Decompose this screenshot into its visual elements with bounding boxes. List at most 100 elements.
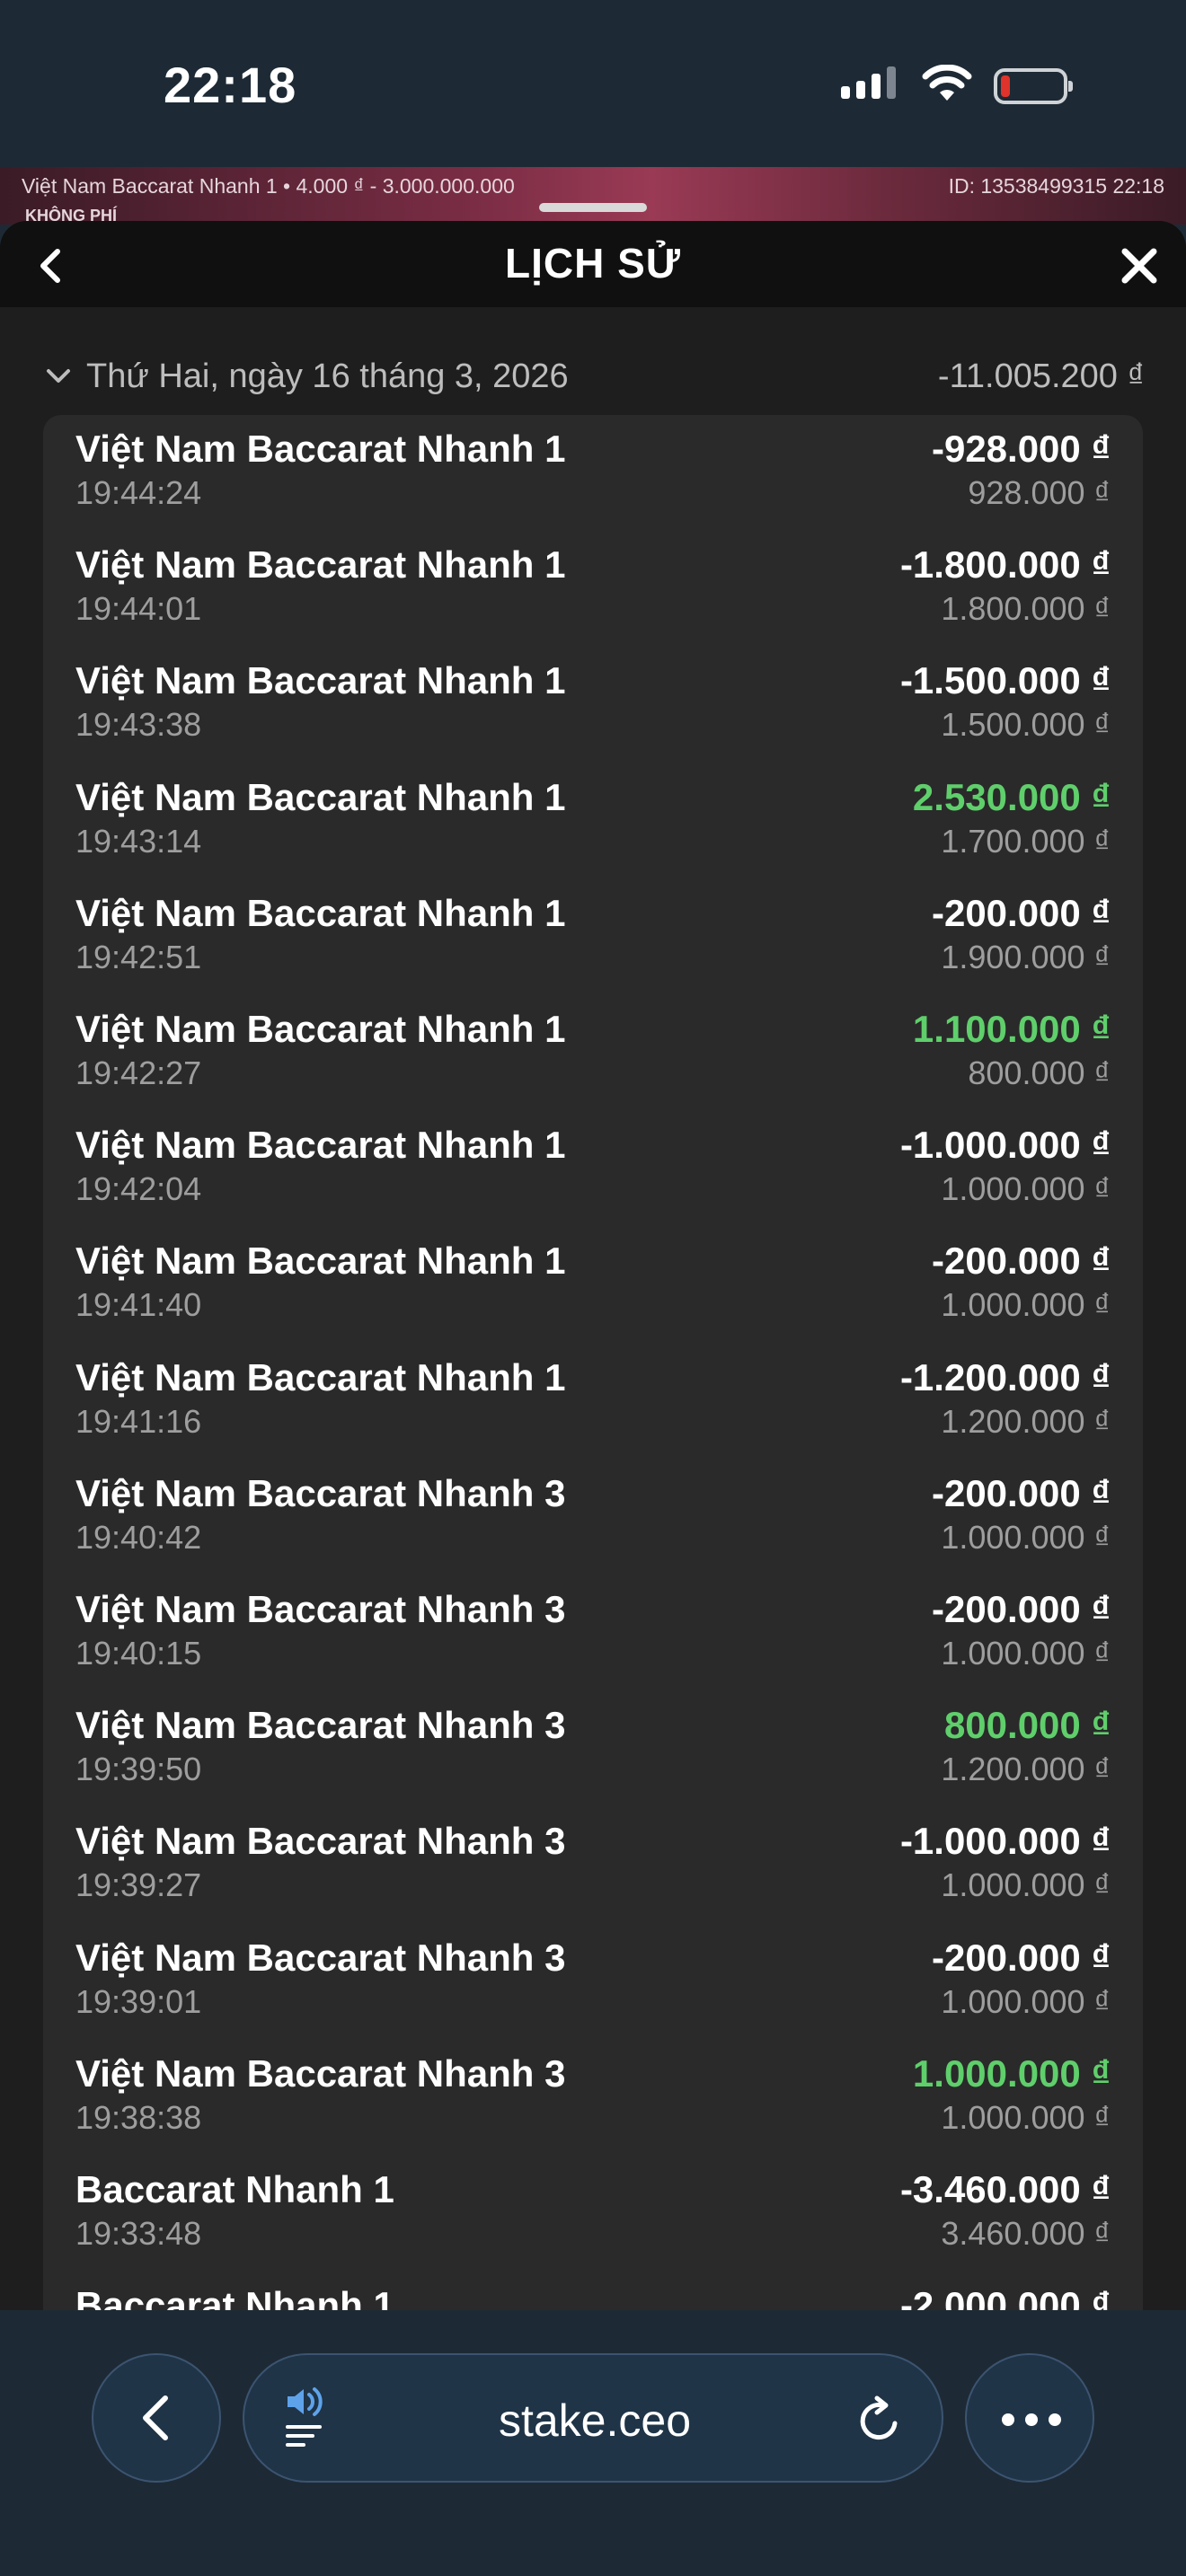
bet-time: 19:43:14 (75, 822, 202, 860)
game-name: Việt Nam Baccarat Nhanh 3 (75, 1588, 566, 1630)
bet-time: 19:42:51 (75, 938, 202, 975)
game-name: Baccarat Nhanh 1 (75, 2284, 394, 2310)
result-amount: -1.500.000 ₫ (899, 659, 1111, 702)
bet-time: 19:33:48 (75, 2215, 202, 2252)
history-row[interactable]: Việt Nam Baccarat Nhanh 1 19:42:27 1.100.0… (43, 995, 1143, 1111)
stake-amount: 928.000 ₫ (968, 474, 1111, 511)
bet-time: 19:42:27 (75, 1054, 202, 1091)
result-amount: -200.000 ₫ (931, 891, 1111, 934)
history-row[interactable]: Việt Nam Baccarat Nhanh 1 19:43:14 2.530.0… (43, 763, 1143, 879)
result-amount: 1.100.000 ₫ (912, 1008, 1111, 1050)
bet-time: 19:38:38 (75, 2098, 202, 2136)
bet-time: 19:40:15 (75, 1635, 202, 1672)
close-icon[interactable] (1116, 243, 1163, 289)
history-row[interactable]: Việt Nam Baccarat Nhanh 1 19:43:38 -1.500.… (43, 647, 1143, 763)
browser-back-button[interactable] (92, 2353, 221, 2483)
stake-amount: 3.460.000 ₫ (941, 2215, 1111, 2252)
sheet-header: LỊCH SỬ (0, 221, 1186, 307)
result-amount: -200.000 ₫ (931, 1588, 1111, 1630)
history-sheet: LỊCH SỬ Thứ Hai, ngày 16 tháng 3, 2026 -… (0, 221, 1186, 2310)
game-info: Việt Nam Baccarat Nhanh 1 • 4.000 ₫ - 3.… (22, 174, 515, 198)
history-row[interactable]: Việt Nam Baccarat Nhanh 3 19:39:01 -200.00… (43, 1924, 1143, 2040)
bet-time: 19:41:16 (75, 1402, 202, 1440)
history-row[interactable]: Việt Nam Baccarat Nhanh 3 19:39:50 800.000… (43, 1691, 1143, 1807)
result-amount: -1.200.000 ₫ (899, 1355, 1111, 1398)
bet-time: 19:39:27 (75, 1866, 202, 1904)
result-amount: 2.530.000 ₫ (912, 775, 1111, 818)
url-text: stake.ceo (498, 2395, 691, 2446)
history-row[interactable]: Việt Nam Baccarat Nhanh 3 19:40:42 -200.00… (43, 1460, 1143, 1575)
stake-amount: 1.000.000 ₫ (941, 1982, 1111, 2020)
history-list: Việt Nam Baccarat Nhanh 1 19:44:24 -928.00… (43, 415, 1143, 2310)
game-name: Việt Nam Baccarat Nhanh 3 (75, 1936, 566, 1979)
bet-time: 19:39:01 (75, 1982, 202, 2020)
date-total: -11.005.200 ₫ (937, 357, 1145, 395)
game-name: Việt Nam Baccarat Nhanh 3 (75, 1704, 566, 1747)
bet-time: 19:43:38 (75, 706, 202, 744)
history-row[interactable]: Baccarat Nhanh 1 19:33:48 -3.460.000 ₫ 3.46… (43, 2156, 1143, 2272)
bet-time: 19:41:40 (75, 1286, 202, 1324)
game-name: Việt Nam Baccarat Nhanh 3 (75, 2051, 566, 2095)
bet-time: 19:39:50 (75, 1751, 202, 1788)
stake-amount: 1.000.000 ₫ (941, 1518, 1111, 1556)
history-row[interactable]: Việt Nam Baccarat Nhanh 3 19:40:15 -200.00… (43, 1575, 1143, 1691)
history-row[interactable]: Việt Nam Baccarat Nhanh 1 19:42:51 -200.00… (43, 879, 1143, 995)
chevron-down-icon (47, 369, 70, 383)
result-amount: -1.000.000 ₫ (899, 1124, 1111, 1167)
game-name: Việt Nam Baccarat Nhanh 1 (75, 1008, 566, 1050)
wifi-icon (922, 65, 972, 101)
chevron-left-icon (143, 2395, 168, 2440)
result-amount: -2.000.000 ₫ (899, 2284, 1111, 2310)
history-row[interactable]: Việt Nam Baccarat Nhanh 3 19:39:27 -1.000.… (43, 1807, 1143, 1923)
result-amount: -928.000 ₫ (931, 428, 1111, 470)
game-name: Việt Nam Baccarat Nhanh 1 (75, 1239, 566, 1283)
game-name: Việt Nam Baccarat Nhanh 1 (75, 428, 566, 470)
address-bar[interactable]: stake.ceo (243, 2353, 943, 2483)
game-id: ID: 13538499315 22:18 (948, 174, 1164, 198)
stake-amount: 800.000 ₫ (968, 1054, 1111, 1091)
history-row[interactable]: Việt Nam Baccarat Nhanh 1 19:42:04 -1.000.… (43, 1111, 1143, 1227)
clock: 22:18 (164, 57, 297, 113)
result-amount: -200.000 ₫ (931, 1471, 1111, 1514)
bet-time: 19:42:04 (75, 1170, 202, 1208)
bet-time: 19:40:42 (75, 1518, 202, 1556)
date-label: Thứ Hai, ngày 16 tháng 3, 2026 (86, 357, 569, 395)
history-row[interactable]: Việt Nam Baccarat Nhanh 1 19:44:24 -928.00… (43, 415, 1143, 531)
browser-toolbar: stake.ceo (0, 2310, 1186, 2576)
stake-amount: 1.000.000 ₫ (941, 1866, 1111, 1904)
result-amount: -200.000 ₫ (931, 1239, 1111, 1283)
stake-amount: 1.900.000 ₫ (941, 938, 1111, 975)
reload-icon[interactable] (855, 2393, 906, 2447)
stake-amount: 1.000.000 ₫ (941, 1170, 1111, 1208)
stake-amount: 1.000.000 ₫ (941, 1635, 1111, 1672)
history-row[interactable]: Việt Nam Baccarat Nhanh 1 19:44:01 -1.800.… (43, 531, 1143, 647)
game-name: Việt Nam Baccarat Nhanh 1 (75, 1355, 566, 1398)
result-amount: 800.000 ₫ (943, 1704, 1111, 1747)
game-name: Việt Nam Baccarat Nhanh 3 (75, 1820, 566, 1863)
history-row[interactable]: Baccarat Nhanh 1 -2.000.000 ₫ (43, 2272, 1143, 2310)
stake-amount: 1.000.000 ₫ (941, 2098, 1111, 2136)
game-name: Baccarat Nhanh 1 (75, 2168, 394, 2210)
history-row[interactable]: Việt Nam Baccarat Nhanh 1 19:41:16 -1.200.… (43, 1344, 1143, 1460)
game-name: Việt Nam Baccarat Nhanh 1 (75, 659, 566, 702)
battery-icon (994, 68, 1073, 104)
stake-amount: 1.700.000 ₫ (941, 822, 1111, 860)
result-amount: 1.000.000 ₫ (912, 2051, 1111, 2095)
more-options-button[interactable] (965, 2353, 1094, 2483)
more-icon (1002, 2413, 1061, 2426)
result-amount: -3.460.000 ₫ (899, 2168, 1111, 2210)
date-group-header[interactable]: Thứ Hai, ngày 16 tháng 3, 2026 -11.005.2… (43, 357, 1145, 399)
stake-amount: 1.200.000 ₫ (941, 1751, 1111, 1788)
bet-time: 19:44:01 (75, 590, 202, 628)
stake-amount: 1.500.000 ₫ (941, 706, 1111, 744)
result-amount: -1.000.000 ₫ (899, 1820, 1111, 1863)
cellular-signal-icon (841, 66, 896, 99)
sheet-drag-handle[interactable] (539, 203, 647, 212)
stake-amount: 1.000.000 ₫ (941, 1286, 1111, 1324)
stake-amount: 1.200.000 ₫ (941, 1402, 1111, 1440)
result-amount: -1.800.000 ₫ (899, 543, 1111, 587)
history-row[interactable]: Việt Nam Baccarat Nhanh 1 19:41:40 -200.00… (43, 1227, 1143, 1343)
game-name: Việt Nam Baccarat Nhanh 3 (75, 1471, 566, 1514)
history-row[interactable]: Việt Nam Baccarat Nhanh 3 19:38:38 1.000.0… (43, 2040, 1143, 2156)
game-name: Việt Nam Baccarat Nhanh 1 (75, 1124, 566, 1167)
